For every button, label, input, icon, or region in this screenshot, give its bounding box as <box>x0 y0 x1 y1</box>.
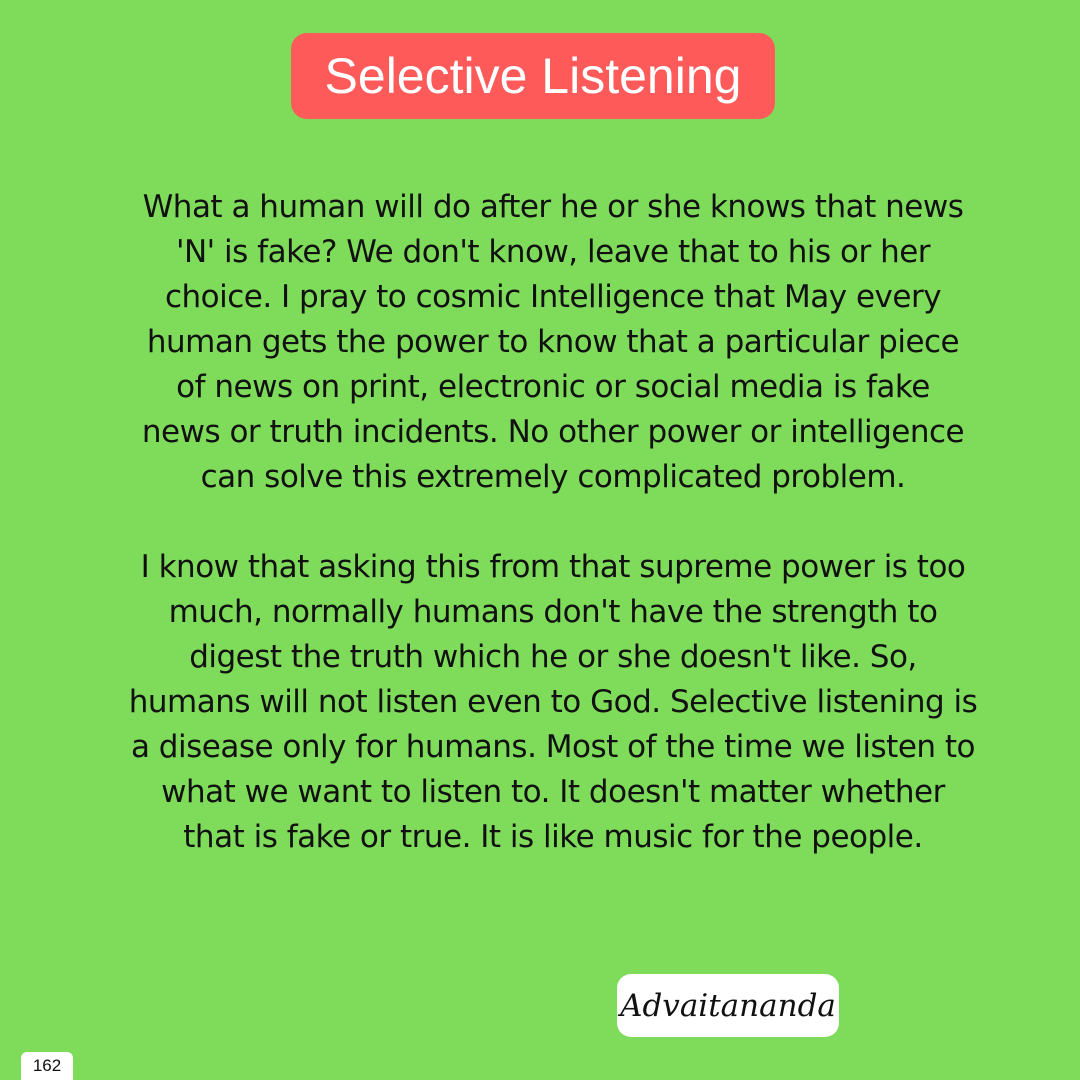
paragraph-2: I know that asking this from that suprem… <box>100 545 1006 860</box>
paragraph-1-line: 'N' is fake? We don't know, leave that t… <box>175 234 931 270</box>
author-signature: Advaitananda <box>620 987 836 1024</box>
paragraph-1: What a human will do after he or she kno… <box>100 185 1006 500</box>
paragraph-1-line: human gets the power to know that a part… <box>146 324 960 360</box>
paragraph-1-line: choice. I pray to cosmic Intelligence th… <box>164 279 942 315</box>
paragraph-1-line: of news on print, electronic or social m… <box>176 369 930 405</box>
paragraph-1-line: What a human will do after he or she kno… <box>142 189 964 225</box>
page-number: 162 <box>32 1056 62 1075</box>
paragraph-2-line: what we want to listen to. It doesn't ma… <box>161 774 945 810</box>
paragraph-2-line: a disease only for humans. Most of the t… <box>130 729 976 765</box>
paragraph-1-line: can solve this extremely complicated pro… <box>200 459 906 495</box>
page-title: Selective Listening <box>324 48 742 104</box>
page-number-badge: 162 <box>21 1052 73 1080</box>
paragraph-2-line: humans will not listen even to God. Sele… <box>128 684 978 720</box>
paragraph-2-line: that is fake or true. It is like music f… <box>183 819 923 855</box>
paragraph-1-line: news or truth incidents. No other power … <box>141 414 965 450</box>
paragraph-2-line: digest the truth which he or she doesn't… <box>189 639 917 675</box>
signature-badge: Advaitananda <box>617 974 839 1037</box>
paragraph-2-line: I know that asking this from that suprem… <box>140 549 966 585</box>
paragraph-2-line: much, normally humans don't have the str… <box>168 594 938 630</box>
title-badge: Selective Listening <box>291 33 775 119</box>
